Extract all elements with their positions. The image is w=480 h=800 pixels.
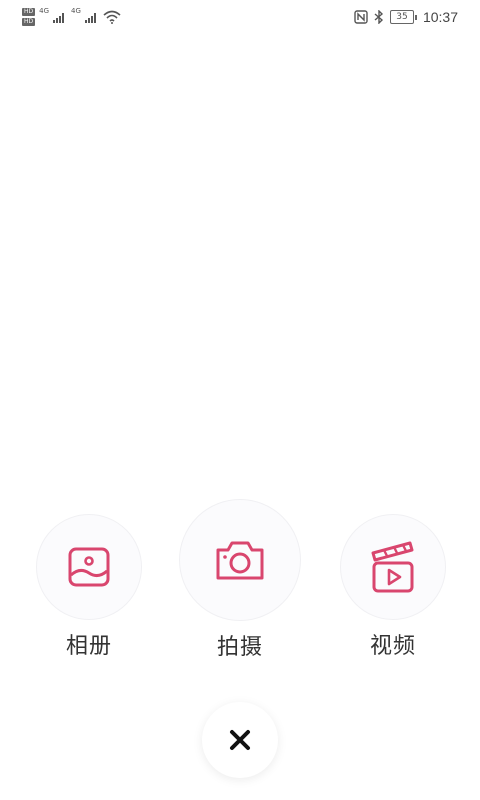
bluetooth-icon: [374, 10, 383, 24]
status-bar-left: HD HD 4G 4G: [22, 5, 121, 29]
camera-circle[interactable]: [179, 499, 301, 621]
hd-badge: HD: [22, 8, 36, 16]
video-icon: [371, 541, 414, 593]
camera-icon: [216, 541, 264, 580]
hd-badges: HD HD: [22, 8, 36, 26]
close-button[interactable]: [202, 702, 278, 778]
battery-level: 35: [389, 10, 414, 24]
network-type: 4G: [39, 7, 50, 15]
hd-badge: HD: [22, 18, 36, 26]
network-type: 4G: [71, 7, 81, 15]
wifi-icon: [103, 10, 121, 24]
video-circle[interactable]: [340, 514, 446, 620]
video-label: 视频: [369, 634, 416, 659]
camera-label: 拍摄: [216, 635, 263, 660]
camera-button[interactable]: 拍摄: [179, 499, 301, 661]
signal-icon: [84, 13, 96, 23]
close-icon: [230, 730, 250, 750]
album-circle[interactable]: [36, 514, 142, 620]
signal-icon: [53, 13, 65, 23]
nfc-icon: [354, 10, 368, 24]
battery-icon: 35: [389, 10, 417, 24]
album-icon: [68, 547, 110, 587]
status-bar: HD HD 4G 4G 35 10:37: [0, 0, 480, 34]
status-bar-right: 35 10:37: [354, 6, 458, 28]
clock: 10:37: [422, 9, 458, 25]
video-button[interactable]: 视频: [340, 514, 446, 660]
album-button[interactable]: 相册: [36, 514, 142, 660]
album-label: 相册: [65, 634, 112, 659]
